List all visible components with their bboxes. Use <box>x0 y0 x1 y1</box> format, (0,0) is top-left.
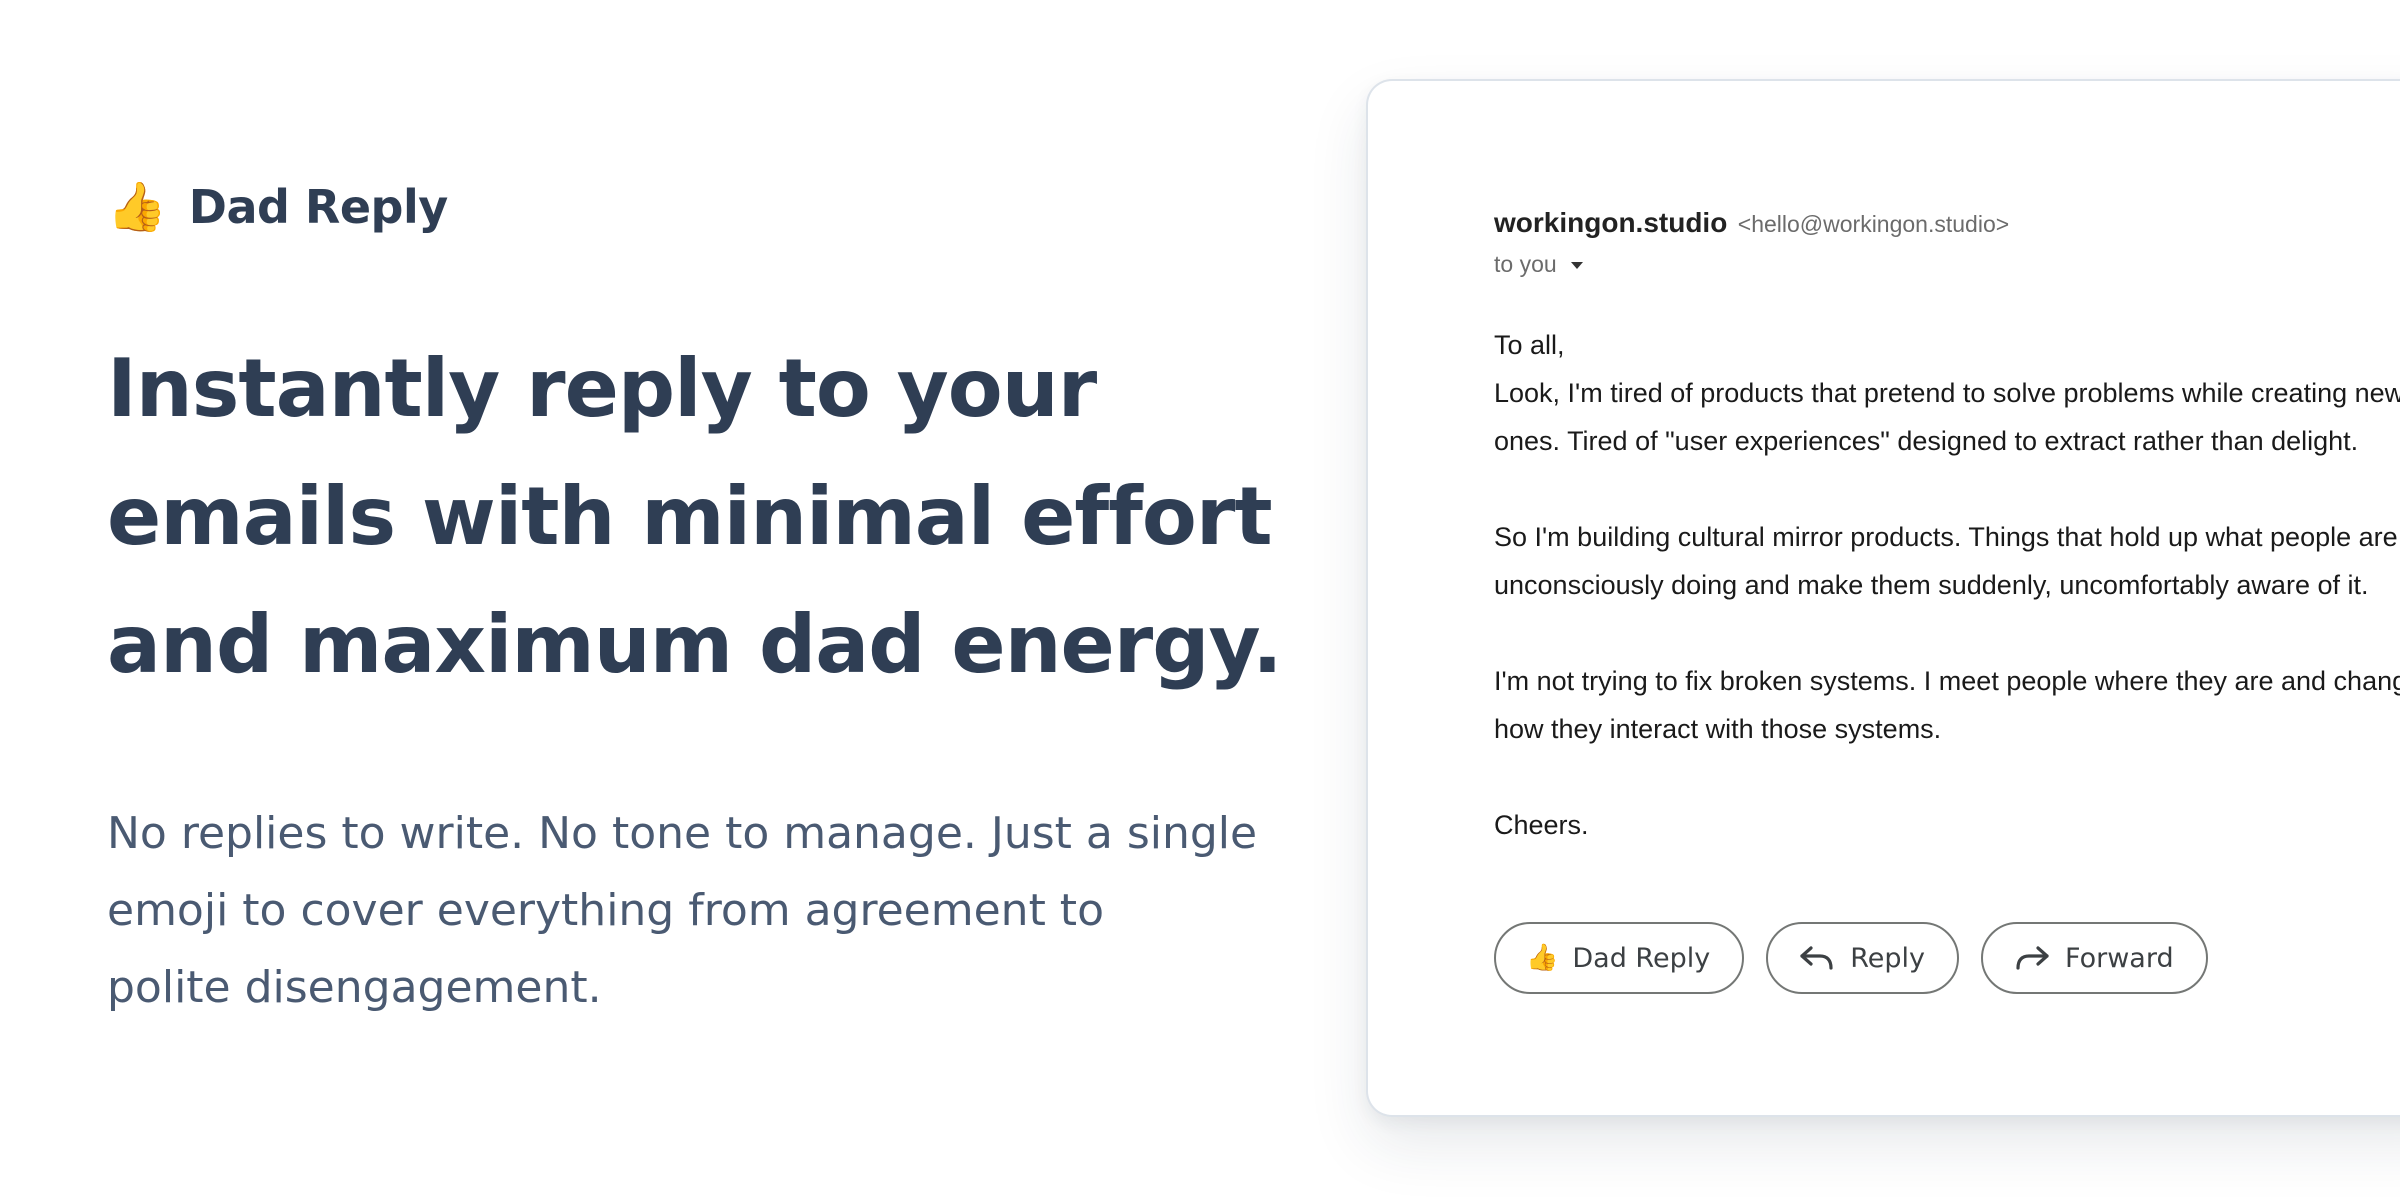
sender-name: workingon.studio <box>1494 207 1728 238</box>
dad-reply-label: Dad Reply <box>1572 942 1711 974</box>
email-paragraph-line: Look, I'm tired of products that pretend… <box>1494 378 2400 408</box>
email-paragraph-line: unconsciously doing and make them sudden… <box>1494 570 2369 600</box>
reply-label: Reply <box>1850 942 1925 974</box>
brand-logo: 👍 Dad Reply <box>107 180 448 234</box>
brand-name: Dad Reply <box>188 180 448 234</box>
subhead-line: polite disengagement. <box>107 962 602 1013</box>
email-sender: workingon.studio <hello@workingon.studio… <box>1494 209 2400 237</box>
email-preview-card: workingon.studio <hello@workingon.studio… <box>1366 79 2400 1117</box>
caret-down-icon <box>1570 262 1583 269</box>
forward-label: Forward <box>2065 942 2174 974</box>
hero-subhead: No replies to write. No tone to manage. … <box>107 795 1307 1026</box>
email-signoff: Cheers. <box>1494 810 1589 840</box>
subhead-line: emoji to cover everything from agreement… <box>107 885 1104 936</box>
thumbs-up-icon: 👍 <box>1526 943 1559 973</box>
forward-arrow-icon <box>2013 943 2051 973</box>
email-paragraph: So I'm building cultural mirror products… <box>1494 513 2400 609</box>
thumbs-up-icon: 👍 <box>107 179 167 235</box>
email-paragraph-line: ones. Tired of "user experiences" design… <box>1494 426 2359 456</box>
reply-button[interactable]: Reply <box>1766 922 1959 994</box>
email-paragraph-line: I'm not trying to fix broken systems. I … <box>1494 666 2400 696</box>
headline-line: and maximum dad energy. <box>107 598 1283 691</box>
hero-headline: Instantly reply to your emails with mini… <box>107 325 1307 709</box>
email-paragraph-line: how they interact with those systems. <box>1494 714 1942 744</box>
recipient-label: to you <box>1494 251 1557 277</box>
email-paragraph-line: So I'm building cultural mirror products… <box>1494 522 2398 552</box>
recipient-dropdown[interactable]: to you <box>1494 251 2400 278</box>
dad-reply-button[interactable]: 👍 Dad Reply <box>1494 922 1745 994</box>
email-paragraph: I'm not trying to fix broken systems. I … <box>1494 657 2400 753</box>
sender-email: <hello@workingon.studio> <box>1737 211 2010 237</box>
email-greeting: To all, <box>1494 330 1565 360</box>
email-paragraph: Look, I'm tired of products that pretend… <box>1494 369 2400 465</box>
subhead-line: No replies to write. No tone to manage. … <box>107 808 1258 859</box>
reply-arrow-icon <box>1798 943 1836 973</box>
headline-line: Instantly reply to your <box>107 342 1097 435</box>
headline-line: emails with minimal effort <box>107 470 1273 563</box>
email-body: To all, Look, I'm tired of products that… <box>1494 321 2400 849</box>
email-actions: 👍 Dad Reply Reply Forward <box>1494 922 2208 994</box>
email-content: workingon.studio <hello@workingon.studio… <box>1494 209 2400 849</box>
forward-button[interactable]: Forward <box>1981 922 2208 994</box>
